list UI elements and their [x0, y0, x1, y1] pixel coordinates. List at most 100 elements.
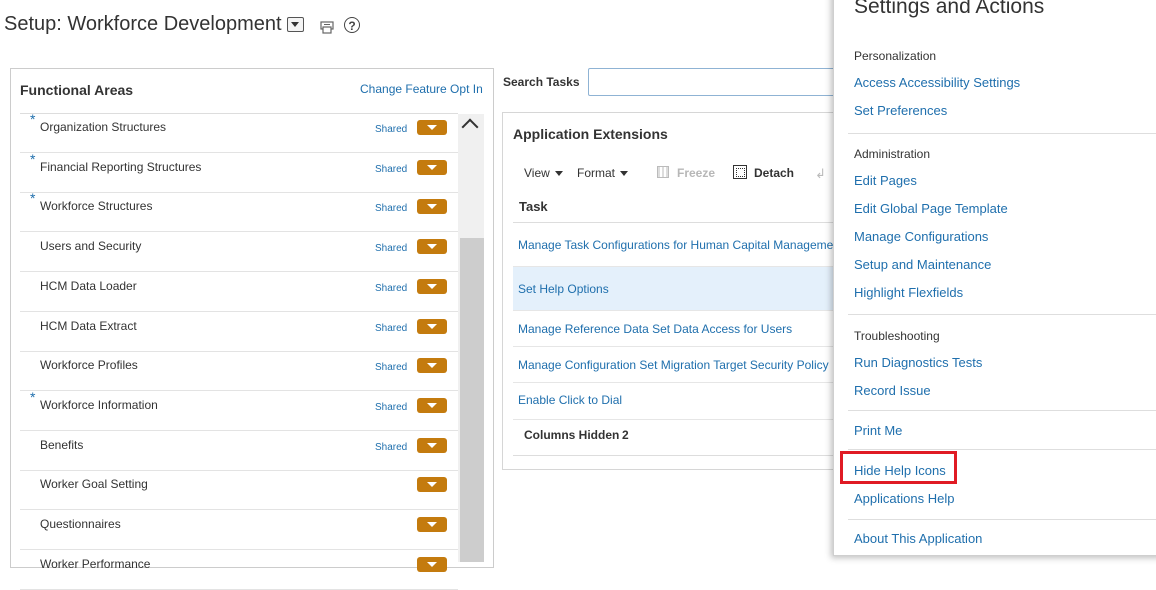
functional-area-label[interactable]: Worker Goal Setting	[40, 477, 148, 491]
search-tasks-input[interactable]	[588, 68, 848, 96]
functional-area-row[interactable]: * Workforce Information Shared	[20, 388, 458, 431]
columns-hidden-label: Columns Hidden	[524, 428, 620, 442]
task-link[interactable]: Manage Reference Data Set Data Access fo…	[518, 322, 792, 336]
divider	[848, 133, 1156, 134]
actions-menu-button[interactable]	[417, 278, 447, 294]
help-icon[interactable]: ?	[344, 17, 360, 33]
actions-menu-button[interactable]	[417, 397, 447, 413]
menu-item-run-diagnostics-tests[interactable]: Run Diagnostics Tests	[854, 355, 982, 370]
personalization-heading: Personalization	[854, 49, 937, 63]
search-tasks-label: Search Tasks	[503, 75, 580, 89]
format-menu[interactable]: Format	[577, 166, 629, 180]
shared-badge: Shared	[375, 243, 408, 255]
functional-area-row[interactable]: HCM Data Extract Shared	[20, 313, 458, 352]
functional-area-row[interactable]: Worker Performance	[20, 551, 458, 590]
menu-item-record-issue[interactable]: Record Issue	[854, 383, 931, 398]
divider	[848, 410, 1156, 411]
view-menu[interactable]: View	[524, 166, 563, 180]
menu-item-access-accessibility-settings[interactable]: Access Accessibility Settings	[854, 75, 1020, 90]
actions-menu-button[interactable]	[417, 437, 447, 453]
required-marker: *	[30, 388, 36, 405]
task-row[interactable]: Set Help Options	[513, 267, 843, 311]
actions-menu-button[interactable]	[417, 120, 447, 135]
functional-area-label[interactable]: Worker Performance	[40, 557, 150, 571]
menu-item-manage-configurations[interactable]: Manage Configurations	[854, 229, 988, 244]
task-link[interactable]: Enable Click to Dial	[518, 393, 622, 407]
task-row[interactable]: Manage Configuration Set Migration Targe…	[513, 347, 843, 383]
troubleshooting-heading: Troubleshooting	[854, 329, 940, 343]
wrap-icon[interactable]: ↲	[815, 166, 826, 182]
actions-menu-button[interactable]	[417, 159, 447, 175]
menu-item-about-this-application[interactable]: About This Application	[854, 531, 982, 546]
required-marker: *	[30, 111, 36, 127]
actions-menu-button[interactable]	[417, 556, 447, 572]
actions-menu-button[interactable]	[417, 199, 447, 215]
actions-menu-button[interactable]	[417, 239, 447, 255]
functional-area-label[interactable]: HCM Data Loader	[40, 279, 137, 293]
actions-menu-button[interactable]	[417, 318, 447, 334]
print-icon[interactable]	[320, 21, 335, 40]
divider	[513, 455, 843, 456]
shared-badge: Shared	[375, 441, 408, 453]
freeze-icon	[657, 166, 669, 178]
menu-item-print-me[interactable]: Print Me	[854, 423, 902, 438]
chevron-down-icon	[554, 171, 563, 177]
menu-item-highlight-flexfields[interactable]: Highlight Flexfields	[854, 285, 963, 300]
functional-area-label[interactable]: Organization Structures	[40, 120, 166, 134]
functional-area-row[interactable]: * Financial Reporting Structures Shared	[20, 150, 458, 193]
functional-areas-title: Functional Areas	[20, 82, 134, 98]
task-column-label: Task	[519, 199, 548, 214]
functional-area-row[interactable]: Questionnaires	[20, 511, 458, 550]
functional-area-label[interactable]: Workforce Profiles	[40, 358, 138, 372]
divider	[848, 519, 1156, 520]
scrollbar-thumb[interactable]	[460, 238, 484, 562]
task-row[interactable]: Manage Reference Data Set Data Access fo…	[513, 311, 843, 347]
actions-menu-button[interactable]	[417, 358, 447, 374]
functional-area-row[interactable]: HCM Data Loader Shared	[20, 273, 458, 312]
actions-menu-button[interactable]	[417, 477, 447, 493]
settings-menu-title: Settings and Actions	[854, 0, 1045, 18]
page-title: Setup: Workforce Development	[4, 13, 282, 35]
page-title-dropdown-button[interactable]	[287, 17, 304, 32]
menu-item-setup-and-maintenance[interactable]: Setup and Maintenance	[854, 257, 991, 272]
functional-area-label[interactable]: Benefits	[40, 438, 83, 452]
menu-item-applications-help[interactable]: Applications Help	[854, 491, 954, 506]
divider	[848, 314, 1156, 315]
shared-badge: Shared	[375, 401, 408, 413]
menu-item-edit-global-page-template[interactable]: Edit Global Page Template	[854, 201, 1008, 216]
shared-badge: Shared	[375, 203, 408, 215]
view-menu-label: View	[524, 166, 550, 180]
functional-area-row[interactable]: Benefits Shared	[20, 432, 458, 471]
divider	[848, 449, 1156, 450]
functional-area-label[interactable]: HCM Data Extract	[40, 319, 137, 333]
task-link[interactable]: Set Help Options	[518, 282, 609, 296]
functional-area-label[interactable]: Users and Security	[40, 239, 141, 253]
task-row[interactable]: Enable Click to Dial	[513, 383, 843, 420]
actions-menu-button[interactable]	[417, 517, 447, 532]
functional-area-row[interactable]: * Organization Structures Shared	[20, 111, 458, 153]
highlight-annotation-box	[840, 451, 957, 484]
chevron-down-icon	[620, 171, 629, 177]
functional-area-row[interactable]: Worker Goal Setting	[20, 471, 458, 511]
functional-area-row[interactable]: Workforce Profiles Shared	[20, 352, 458, 392]
task-link[interactable]: Manage Task Configurations for Human Cap…	[518, 238, 843, 252]
task-column-header[interactable]: Task	[513, 190, 853, 223]
task-row[interactable]: Manage Task Configurations for Human Cap…	[513, 225, 843, 267]
functional-area-label[interactable]: Workforce Structures	[40, 199, 152, 213]
required-marker: *	[30, 190, 36, 207]
functional-area-label[interactable]: Workforce Information	[40, 398, 158, 412]
detach-button[interactable]: Detach	[754, 166, 794, 180]
functional-area-label[interactable]: Financial Reporting Structures	[40, 160, 201, 174]
required-marker: *	[30, 150, 36, 167]
menu-item-set-preferences[interactable]: Set Preferences	[854, 103, 947, 118]
shared-badge: Shared	[375, 282, 408, 294]
administration-heading: Administration	[854, 147, 931, 161]
change-feature-opt-in-link[interactable]: Change Feature Opt In	[360, 82, 483, 96]
freeze-button[interactable]: Freeze	[677, 166, 715, 180]
functional-area-row[interactable]: Users and Security Shared	[20, 233, 458, 273]
task-link[interactable]: Manage Configuration Set Migration Targe…	[518, 358, 829, 372]
format-menu-label: Format	[577, 166, 616, 180]
functional-area-row[interactable]: * Workforce Structures Shared	[20, 190, 458, 233]
menu-item-edit-pages[interactable]: Edit Pages	[854, 173, 917, 188]
functional-area-label[interactable]: Questionnaires	[40, 517, 121, 531]
